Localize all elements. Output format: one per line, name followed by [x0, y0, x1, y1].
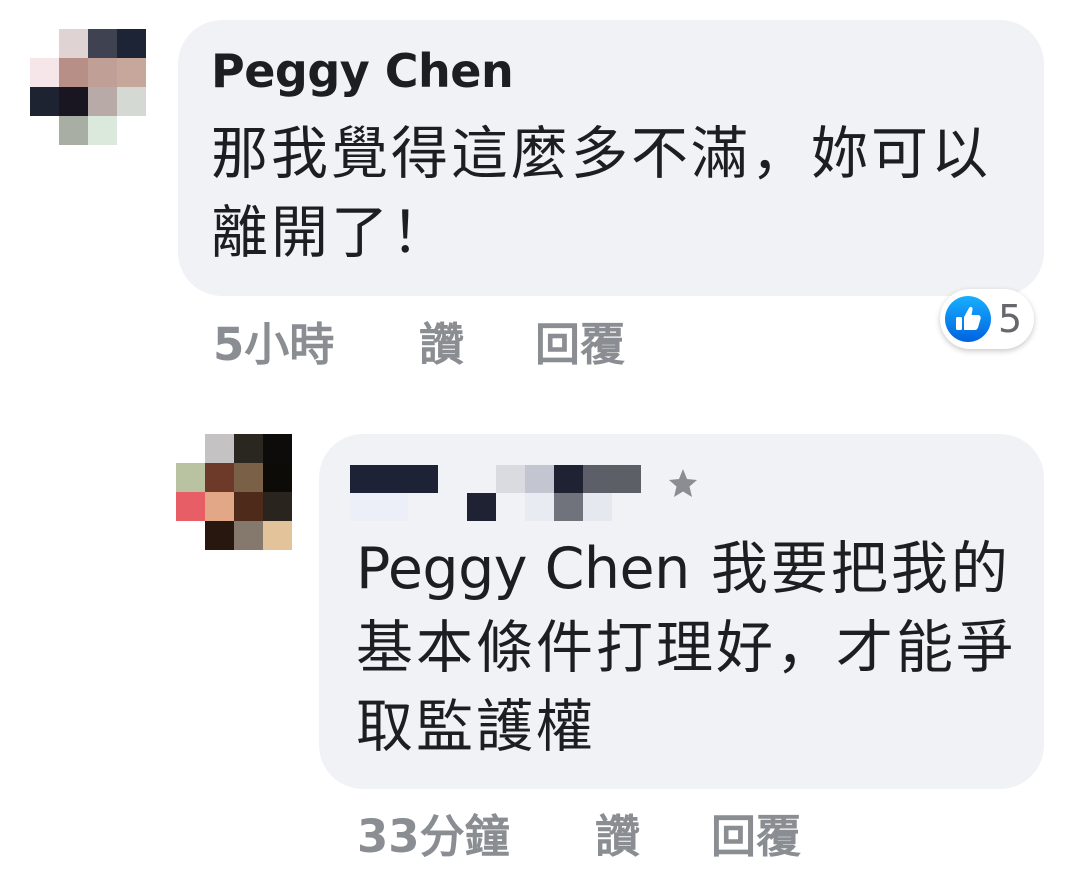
comment-author[interactable]: Peggy Chen: [211, 44, 514, 98]
avatar-pixel: [117, 116, 146, 145]
avatar-pixel: [88, 29, 117, 58]
avatar-pixel: [30, 29, 59, 58]
reaction-count: 5: [998, 297, 1023, 341]
avatar-pixel: [176, 463, 205, 492]
avatar-pixel: [88, 116, 117, 145]
avatar-pixel: [117, 29, 146, 58]
avatar-pixel: [30, 58, 59, 87]
avatar-pixel: [263, 463, 292, 492]
avatar-pixel: [30, 87, 59, 116]
mention-tag[interactable]: Peggy Chen: [356, 536, 690, 602]
avatar-pixel: [59, 58, 88, 87]
avatar-pixel: [176, 521, 205, 550]
avatar-pixel: [205, 521, 234, 550]
avatar[interactable]: [30, 29, 146, 145]
avatar[interactable]: [176, 434, 292, 550]
comment-text: 那我覺得這麼多不滿，妳可以離開了！: [211, 121, 991, 266]
avatar-pixel: [176, 434, 205, 463]
avatar-pixel: [205, 463, 234, 492]
avatar-pixel: [88, 87, 117, 116]
avatar-pixel: [263, 434, 292, 463]
avatar-pixel: [88, 58, 117, 87]
avatar-pixel: [59, 116, 88, 145]
avatar-pixel: [59, 87, 88, 116]
star-icon: [669, 469, 697, 497]
comment-timestamp[interactable]: 33分鐘: [357, 800, 510, 865]
reply-button[interactable]: 回覆: [711, 800, 801, 865]
avatar-pixel: [59, 29, 88, 58]
avatar-pixel: [234, 434, 263, 463]
comment-timestamp[interactable]: 5小時: [213, 308, 334, 373]
avatar-pixel: [205, 434, 234, 463]
avatar-pixel: [176, 492, 205, 521]
avatar-pixel: [263, 492, 292, 521]
avatar-pixel: [205, 492, 234, 521]
reply-button[interactable]: 回覆: [535, 308, 625, 373]
avatar-pixel: [234, 492, 263, 521]
avatar-pixel: [117, 58, 146, 87]
avatar-pixel: [117, 87, 146, 116]
reaction-count-pill[interactable]: 5: [940, 289, 1034, 349]
comment-text: Peggy Chen 我要把我的基本條件打理好，才能爭取監護權: [356, 530, 1016, 767]
avatar-pixel: [30, 116, 59, 145]
avatar-pixel: [263, 521, 292, 550]
thumbs-up-icon: [945, 296, 991, 342]
avatar-pixel: [234, 521, 263, 550]
like-button[interactable]: 讚: [419, 308, 464, 373]
comment-thread: Peggy Chen 那我覺得這麼多不滿，妳可以離開了！ 5小時 讚 回覆 5: [0, 0, 1080, 870]
avatar-pixel: [234, 463, 263, 492]
like-button[interactable]: 讚: [595, 800, 640, 865]
